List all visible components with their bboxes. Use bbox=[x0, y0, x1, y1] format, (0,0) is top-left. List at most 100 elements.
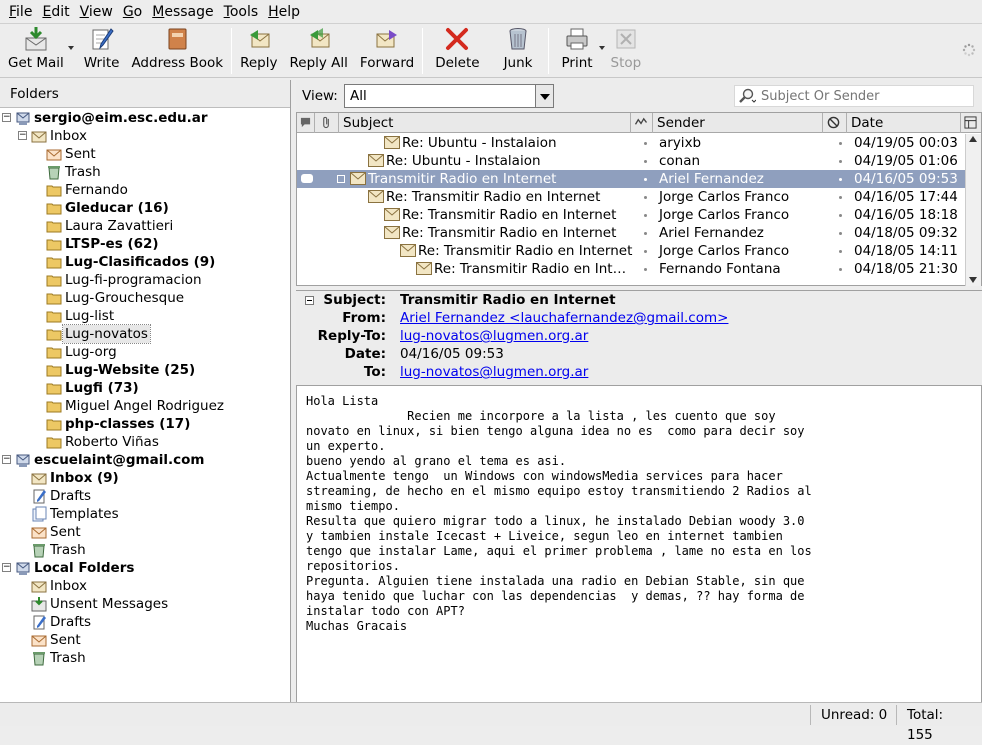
folder-row[interactable]: Drafts bbox=[0, 487, 290, 505]
junk-status-dot[interactable] bbox=[839, 178, 842, 181]
junk-button[interactable]: Junk bbox=[490, 24, 547, 76]
chevron-down-icon[interactable] bbox=[535, 85, 553, 107]
view-select[interactable]: All bbox=[344, 84, 554, 108]
account-row[interactable]: − sergio@eim.esc.edu.ar bbox=[0, 109, 290, 127]
message-row[interactable]: Re: Ubuntu - Instalaion aryixb 04/19/05 00… bbox=[297, 134, 965, 152]
stop-button[interactable]: Stop bbox=[605, 24, 648, 76]
message-row[interactable]: Re: Transmitir Radio en Internet Jorge Ca… bbox=[297, 206, 965, 224]
reply-button[interactable]: Reply bbox=[234, 24, 283, 76]
folder-row[interactable]: Fernando bbox=[0, 181, 290, 199]
collapse-toggle-icon[interactable]: − bbox=[2, 455, 11, 464]
account-row[interactable]: − escuelaint@gmail.com bbox=[0, 451, 290, 469]
menu-help[interactable]: Help bbox=[263, 4, 305, 20]
message-row[interactable]: Re: Transmitir Radio en Internet Jorge Ca… bbox=[297, 188, 965, 206]
folder-row[interactable]: Trash bbox=[0, 541, 290, 559]
message-body-pane[interactable]: Hola Lista Recien me incorpore a la list… bbox=[296, 386, 982, 702]
get-mail-button[interactable]: Get Mail bbox=[2, 24, 74, 76]
folder-row[interactable]: Lug-org bbox=[0, 343, 290, 361]
sender-column-header[interactable]: Sender bbox=[653, 113, 823, 133]
envelope-icon bbox=[400, 244, 416, 257]
folder-row[interactable]: Lugfi (73) bbox=[0, 379, 290, 397]
date-column-header[interactable]: Date bbox=[847, 113, 961, 133]
account-row[interactable]: − Local Folders bbox=[0, 559, 290, 577]
scroll-up-icon[interactable] bbox=[969, 136, 977, 142]
folder-row[interactable]: Lug-Website (25) bbox=[0, 361, 290, 379]
junk-status-dot[interactable] bbox=[839, 250, 842, 253]
message-row[interactable]: Re: Transmitir Radio en Inter… Fernando F… bbox=[297, 260, 965, 278]
message-row[interactable]: Re: Transmitir Radio en Internet Ariel Fe… bbox=[297, 224, 965, 242]
menu-file[interactable]: File bbox=[4, 4, 37, 20]
message-row[interactable]: Re: Ubuntu - Instalaion conan 04/19/05 01:… bbox=[297, 152, 965, 170]
collapse-toggle-icon[interactable]: − bbox=[2, 563, 11, 572]
folder-row[interactable]: Roberto Viñas bbox=[0, 433, 290, 451]
menu-go[interactable]: Go bbox=[118, 4, 147, 20]
attachment-column-header[interactable] bbox=[315, 113, 339, 133]
read-status-dot[interactable] bbox=[644, 232, 647, 235]
replyto-link[interactable]: lug-novatos@lugmen.org.ar bbox=[400, 327, 588, 345]
folder-row[interactable]: Drafts bbox=[0, 613, 290, 631]
folder-row[interactable]: Sent bbox=[0, 145, 290, 163]
forward-button[interactable]: Forward bbox=[354, 24, 420, 76]
read-status-dot[interactable] bbox=[644, 196, 647, 199]
search-input[interactable] bbox=[759, 87, 969, 105]
folder-row[interactable]: Trash bbox=[0, 649, 290, 667]
collapse-toggle-icon[interactable]: − bbox=[2, 113, 11, 122]
get-mail-dropdown-icon[interactable] bbox=[67, 46, 74, 50]
read-status-dot[interactable] bbox=[644, 160, 647, 163]
collapse-toggle-icon[interactable]: − bbox=[18, 131, 27, 140]
folder-row[interactable]: Laura Zavattieri bbox=[0, 217, 290, 235]
address-book-label: Address Book bbox=[131, 55, 224, 71]
folder-row[interactable]: Gleducar (16) bbox=[0, 199, 290, 217]
junk-status-dot[interactable] bbox=[839, 268, 842, 271]
junk-status-dot[interactable] bbox=[839, 142, 842, 145]
junk-status-dot[interactable] bbox=[839, 160, 842, 163]
folder-row[interactable]: Lug-Clasificados (9) bbox=[0, 253, 290, 271]
column-picker[interactable] bbox=[961, 113, 981, 133]
folder-row[interactable]: Lug-list bbox=[0, 307, 290, 325]
junk-column-header[interactable] bbox=[823, 113, 847, 133]
search-icon[interactable] bbox=[738, 88, 756, 104]
read-status-dot[interactable] bbox=[644, 142, 647, 145]
folder-row[interactable]: Trash bbox=[0, 163, 290, 181]
folder-row[interactable]: Inbox (9) bbox=[0, 469, 290, 487]
menu-edit[interactable]: Edit bbox=[37, 4, 74, 20]
folder-row[interactable]: Sent bbox=[0, 523, 290, 541]
folder-row[interactable]: php-classes (17) bbox=[0, 415, 290, 433]
from-link[interactable]: Ariel Fernandez <lauchafernandez@gmail.c… bbox=[400, 309, 728, 327]
folder-row[interactable]: Inbox bbox=[0, 577, 290, 595]
thread-toggle-icon[interactable] bbox=[337, 175, 345, 183]
message-row[interactable]: Transmitir Radio en Internet Ariel Fernan… bbox=[297, 170, 965, 188]
read-status-dot[interactable] bbox=[644, 268, 647, 271]
folder-row[interactable]: Lug-Grouchesque bbox=[0, 289, 290, 307]
folder-row[interactable]: Templates bbox=[0, 505, 290, 523]
to-link[interactable]: lug-novatos@lugmen.org.ar bbox=[400, 363, 588, 381]
junk-status-dot[interactable] bbox=[839, 196, 842, 199]
subject-column-header[interactable]: Subject bbox=[339, 113, 631, 133]
menu-view[interactable]: View bbox=[75, 4, 118, 20]
folder-row[interactable]: Sent bbox=[0, 631, 290, 649]
folder-row[interactable]: LTSP-es (62) bbox=[0, 235, 290, 253]
reply-all-button[interactable]: Reply All bbox=[283, 24, 353, 76]
menu-tools[interactable]: Tools bbox=[219, 4, 264, 20]
write-button[interactable]: Write bbox=[78, 24, 126, 76]
read-status-dot[interactable] bbox=[644, 250, 647, 253]
print-button[interactable]: Print bbox=[551, 24, 605, 76]
thread-column-header[interactable] bbox=[297, 113, 315, 133]
delete-button[interactable]: Delete bbox=[425, 24, 489, 76]
address-book-button[interactable]: Address Book bbox=[125, 24, 229, 76]
folder-row[interactable]: − Inbox bbox=[0, 127, 290, 145]
folder-row[interactable]: Lug-fi-programacion bbox=[0, 271, 290, 289]
message-list-scrollbar[interactable] bbox=[965, 134, 981, 286]
read-column-header[interactable] bbox=[631, 113, 653, 133]
folder-row[interactable]: Unsent Messages bbox=[0, 595, 290, 613]
junk-status-dot[interactable] bbox=[839, 214, 842, 217]
scroll-down-icon[interactable] bbox=[969, 277, 977, 283]
menu-message[interactable]: Message bbox=[147, 4, 218, 20]
read-status-dot[interactable] bbox=[644, 214, 647, 217]
read-status-dot[interactable] bbox=[644, 178, 647, 181]
search-box[interactable] bbox=[734, 85, 974, 107]
folder-row[interactable]: Lug-novatos bbox=[0, 324, 290, 344]
junk-status-dot[interactable] bbox=[839, 232, 842, 235]
message-row[interactable]: Re: Transmitir Radio en Internet Jorge Ca… bbox=[297, 242, 965, 260]
folder-row[interactable]: Miguel Angel Rodriguez bbox=[0, 397, 290, 415]
